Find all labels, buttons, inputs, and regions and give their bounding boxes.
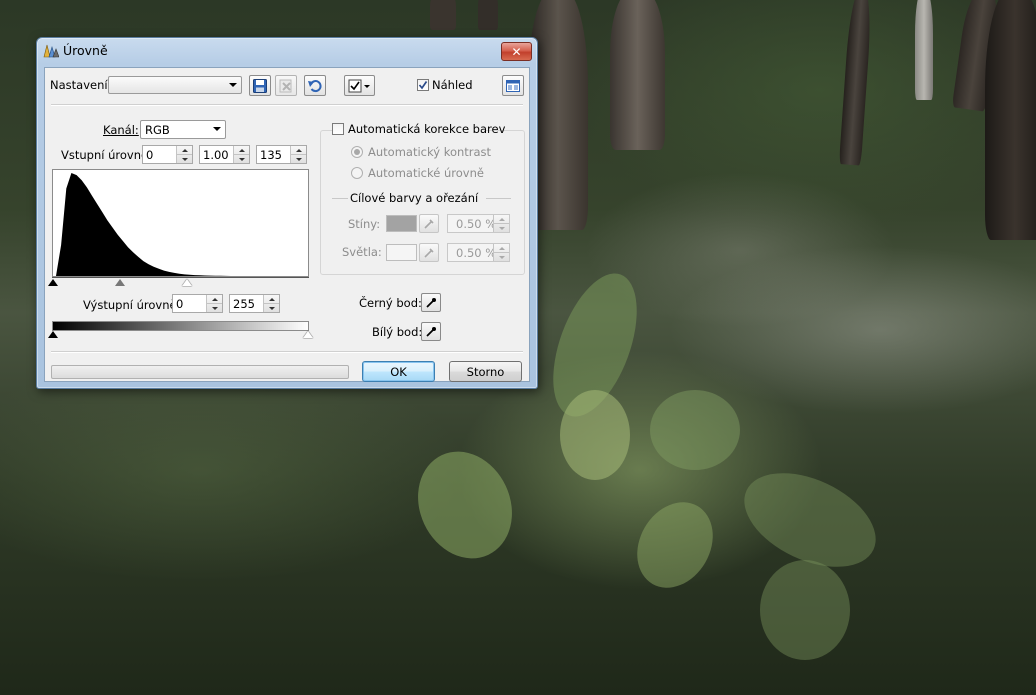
group-line-right [486,198,511,199]
white-point-eyedropper-button[interactable] [421,322,441,341]
window-layout-icon [506,79,520,92]
toolbar-separator [51,104,523,106]
checklist-dropdown-icon [348,79,370,92]
output-black-value: 0 [176,297,184,311]
auto-contrast-radio[interactable] [351,146,363,158]
shadows-color-swatch[interactable] [386,215,417,232]
auto-correction-header: Automatická korekce barev [332,120,505,138]
histogram [52,169,309,277]
spin-down-icon[interactable] [234,155,249,163]
auto-contrast-label: Automatický kontrast [368,145,492,159]
spin-down-icon[interactable] [207,304,222,312]
highlights-eyedropper-button[interactable] [419,243,439,262]
eyedropper-icon [424,218,434,229]
input-white-slider-handle[interactable] [182,279,192,286]
close-button[interactable]: ✕ [501,42,532,61]
output-gradient-bar [52,321,309,331]
input-gamma-spinner[interactable]: 1.00 [199,145,250,164]
reset-button[interactable] [304,75,326,96]
progress-bar [51,365,349,379]
auto-levels-radio[interactable] [351,167,363,179]
dialog-title: Úrovně [63,43,108,58]
white-point-label: Bílý bod: [372,325,423,339]
preset-label: Nastavení: [50,78,112,92]
shadows-eyedropper-button[interactable] [419,214,439,233]
input-white-value: 135 [260,148,282,162]
output-white-slider-handle[interactable] [303,331,313,338]
shadows-percent-value: 0.50 % [456,217,497,231]
highlights-color-swatch[interactable] [386,244,417,261]
output-black-slider-handle[interactable] [48,331,58,338]
channel-dropdown[interactable]: RGB [140,120,226,139]
spin-down-icon[interactable] [264,304,279,312]
chevron-down-icon [229,83,237,87]
preview-label: Náhled [432,78,473,92]
channel-label-text: Kanál: [103,123,139,137]
shadows-percent-spinner[interactable]: 0.50 % [447,214,510,233]
spin-up-icon[interactable] [494,244,509,253]
delete-preset-icon [279,79,292,92]
spin-up-icon[interactable] [264,295,279,304]
highlights-label: Světla: [342,245,382,259]
dialog-client-area: Nastavení: Náhled Kanál: RGB Vstupní úro… [44,67,530,382]
black-point-eyedropper-button[interactable] [421,293,441,312]
save-preset-button[interactable] [249,75,271,96]
spin-up-icon[interactable] [177,146,192,155]
auto-correction-checkbox[interactable] [332,123,344,135]
black-point-label: Černý bod: [359,296,422,310]
output-levels-label: Výstupní úrovně: [83,298,181,312]
input-gamma-slider-handle[interactable] [115,279,125,286]
cancel-button[interactable]: Storno [449,361,522,382]
output-white-value: 255 [233,297,255,311]
input-slider-track [52,277,309,278]
levels-dialog: Úrovně ✕ Nastavení: Náhled Kanál: RGB Vs… [36,37,538,389]
input-black-slider-handle[interactable] [48,279,58,286]
shadows-label: Stíny: [348,217,381,231]
spin-down-icon[interactable] [291,155,306,163]
title-bar[interactable]: Úrovně ✕ [37,38,537,64]
input-white-spinner[interactable]: 135 [256,145,307,164]
group-line-left [332,198,348,199]
preview-checkbox[interactable] [417,79,429,91]
spin-up-icon[interactable] [291,146,306,155]
undo-arrow-icon [308,79,322,92]
spin-down-icon[interactable] [494,253,509,261]
spin-down-icon[interactable] [494,224,509,232]
eyedropper-icon [426,326,436,337]
options-menu-button[interactable] [344,75,375,96]
close-icon: ✕ [511,44,522,59]
histogram-plot [56,173,308,276]
spin-down-icon[interactable] [177,155,192,163]
eyedropper-icon [424,247,434,258]
chevron-down-icon [213,127,221,131]
ok-button[interactable]: OK [362,361,435,382]
floppy-disk-icon [253,78,267,93]
footer-separator [51,351,523,353]
preset-dropdown[interactable] [108,76,242,94]
channel-label: Kanál: [103,123,139,137]
histogram-area [56,173,308,276]
compact-view-button[interactable] [502,75,524,96]
checkmark-icon [418,81,428,90]
levels-app-icon [43,44,59,58]
highlights-percent-value: 0.50 % [456,246,497,260]
auto-correction-label: Automatická korekce barev [348,122,506,136]
highlights-percent-spinner[interactable]: 0.50 % [447,243,510,262]
input-gamma-value: 1.00 [203,148,229,162]
output-white-spinner[interactable]: 255 [229,294,280,313]
input-levels-label: Vstupní úrovně: [61,148,152,162]
input-black-spinner[interactable]: 0 [142,145,193,164]
spin-up-icon[interactable] [234,146,249,155]
spin-up-icon[interactable] [494,215,509,224]
input-black-value: 0 [146,148,154,162]
output-black-spinner[interactable]: 0 [172,294,223,313]
delete-preset-button[interactable] [275,75,297,96]
channel-value: RGB [145,123,170,137]
spin-up-icon[interactable] [207,295,222,304]
auto-levels-label: Automatické úrovně [368,166,484,180]
eyedropper-icon [426,297,436,308]
target-colors-group-label: Cílové barvy a ořezání [350,191,479,205]
